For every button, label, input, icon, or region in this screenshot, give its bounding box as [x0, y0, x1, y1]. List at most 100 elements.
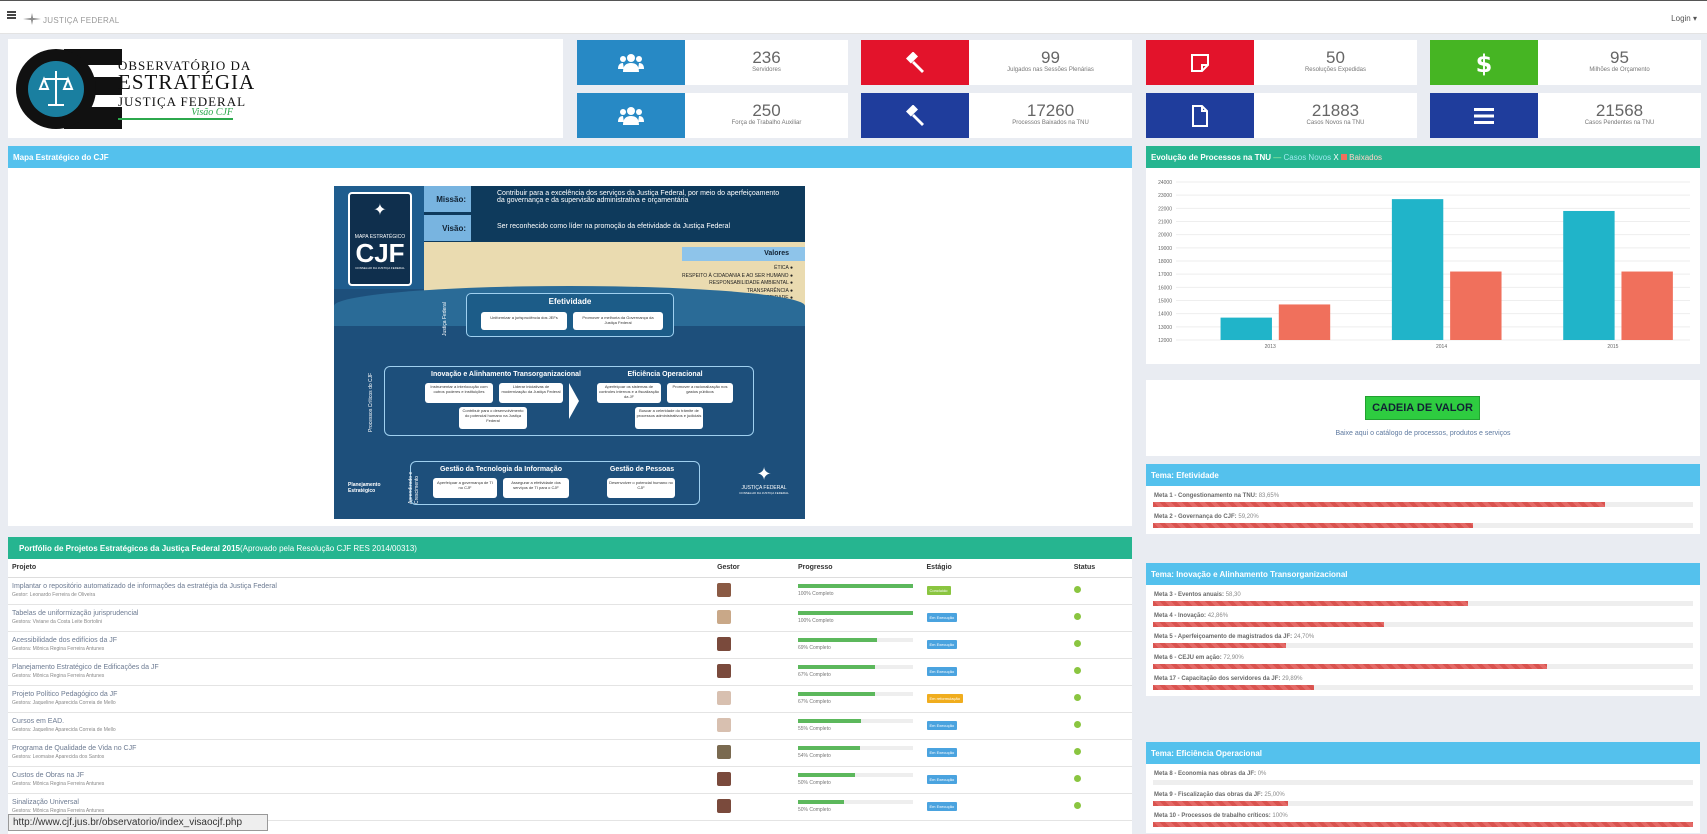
progress-cell: 50% Completo [793, 793, 923, 821]
x-tick-label: 2015 [1607, 344, 1618, 350]
map-badge-line3: CONSELHO DA JUSTIÇA FEDERAL [355, 266, 405, 270]
justica-federal-logo-icon [23, 13, 41, 25]
bar-baixados-2013[interactable] [1278, 304, 1331, 340]
meta-progress-bar [1153, 622, 1693, 627]
progress-text: 50% Completo [797, 780, 831, 786]
stage-badge: Em Execução [926, 667, 958, 676]
table-row[interactable]: Acessibilidade dos edifícios da JF Gestor… [8, 631, 1132, 659]
status-dot-icon [1073, 667, 1081, 674]
hamburger-menu-icon[interactable] [7, 11, 16, 19]
project-name-link[interactable]: Implantar o repositório automatizado de … [12, 583, 709, 590]
project-manager: Gestora: Viviane da Costa Leite Bortolin… [12, 619, 102, 625]
stat-number: 99 [1041, 48, 1060, 67]
stat-number: 50 [1326, 48, 1345, 67]
y-tick-label: 17000 [1158, 272, 1172, 278]
project-name-link[interactable]: Acessibilidade dos edifícios da JF [12, 637, 709, 644]
progress-bar [797, 719, 913, 723]
efetividade-goal-1: Uniformizar a jurisprudência dos JEFs [481, 312, 567, 330]
meta-label: Meta 2 - Governança do CJF: 59,20% [1154, 514, 1692, 520]
tema-panel: Tema: Inovação e Alinhamento Transorgani… [1146, 563, 1700, 696]
meta-progress-bar [1153, 780, 1693, 785]
meta-label: Meta 8 - Economia nas obras da JF: 0% [1154, 771, 1692, 777]
logo-line4: Visão CJF [118, 108, 233, 120]
status-cell [1069, 685, 1132, 713]
stat-card: 50 Resoluções Expedidas [1146, 40, 1417, 85]
bar-casos-novos-2015[interactable] [1563, 210, 1615, 340]
chart-legend-1: Casos Novos [1283, 153, 1332, 162]
project-name-link[interactable]: Planejamento Estratégico de Edificações … [12, 664, 709, 671]
gestor-cell [713, 712, 794, 740]
bar-baixados-2014[interactable] [1450, 271, 1502, 340]
gestor-cell [713, 577, 794, 605]
users-icon [577, 93, 685, 138]
table-row[interactable]: Planejamento Estratégico de Edificações … [8, 658, 1132, 686]
logo-line3: JUSTIÇA FEDERAL [118, 94, 247, 109]
stat-label: Casos Pendentes na TNU [1584, 120, 1655, 126]
meta-value: 58,30 [1225, 592, 1241, 598]
project-name-link[interactable]: Projeto Político Pedagógico da JF [12, 691, 709, 698]
cadeia-valor-link[interactable]: Baixe aqui o catálogo de processos, prod… [1146, 430, 1700, 437]
table-row[interactable]: Tabelas de uniformização jurisprudencial… [8, 604, 1132, 632]
oe-logo-icon [16, 49, 122, 129]
project-name-link[interactable]: Programa de Qualidade de Vida no CJF [12, 745, 709, 752]
table-row[interactable]: Custos de Obras na JF Gestora: Mônica Reg… [8, 766, 1132, 794]
project-manager: Gestora: Mônica Regina Ferreira Antunes [12, 673, 105, 679]
project-name-link[interactable]: Sinalização Universal [12, 799, 709, 806]
project-manager: Gestora: Jaqueline Aparecida Correia de … [12, 700, 116, 706]
valor-label: RESPEITO À CIDADANIA E AO SER HUMANO [681, 272, 789, 279]
tema-title: Tema: Eficiência Operacional [1146, 742, 1700, 764]
table-row[interactable]: Projeto Político Pedagógico da JF Gestora… [8, 685, 1132, 713]
cadeia-valor-button[interactable]: CADEIA DE VALOR [1365, 396, 1480, 420]
users-icon [577, 40, 685, 85]
bar-casos-novos-2013[interactable] [1220, 317, 1272, 340]
y-tick-label: 15000 [1158, 299, 1172, 305]
bar-casos-novos-2014[interactable] [1391, 199, 1444, 340]
gestor-cell [713, 739, 794, 767]
column-header[interactable]: Progresso [793, 559, 923, 578]
table-row[interactable]: Cursos em EAD. Gestora: Jaqueline Apareci… [8, 712, 1132, 740]
project-cell: Planejamento Estratégico de Edificações … [8, 658, 714, 686]
project-name-link[interactable]: Custos de Obras na JF [12, 772, 709, 779]
y-tick-label: 13000 [1158, 325, 1172, 331]
missao-label: Missão: [424, 186, 471, 212]
stat-card: 236 Servidores [577, 40, 848, 85]
stage-badge: Em Execução [926, 613, 958, 622]
gestao-pessoas-title: Gestão de Pessoas [609, 466, 675, 473]
column-header[interactable]: Estágio [922, 559, 1070, 578]
avatar [717, 717, 732, 732]
meta-progress-fill [1153, 622, 1385, 627]
missao-text: Contribuir para a excelência dos serviço… [497, 190, 780, 204]
login-dropdown[interactable]: Login ▾ [1671, 14, 1697, 23]
bar-baixados-2015[interactable] [1621, 271, 1673, 340]
top-navbar: JUSTIÇA FEDERAL Login ▾ [0, 0, 1707, 34]
stage-badge: Em Execução [926, 721, 958, 730]
cadeia-valor-panel: CADEIA DE VALOR Baixe aqui o catálogo de… [1146, 380, 1700, 456]
observatorio-logo-panel: OBSERVATÓRIO DA ESTRATÉGIA JUSTIÇA FEDER… [8, 39, 563, 138]
status-dot-icon [1073, 802, 1081, 809]
stat-card: 250 Força de Trabalho Auxiliar [577, 93, 848, 138]
progress-fill [797, 773, 856, 777]
column-header[interactable]: Gestor [713, 559, 794, 578]
y-tick-label: 23000 [1158, 193, 1172, 199]
progress-bar [797, 692, 913, 696]
column-header[interactable]: Projeto [8, 559, 714, 578]
map-badge-line2: CJF [355, 238, 405, 268]
progress-fill [797, 746, 861, 750]
project-name-link[interactable]: Cursos em EAD. [12, 718, 709, 725]
project-name-link[interactable]: Tabelas de uniformização jurisprudencial [12, 610, 709, 617]
stat-label: Servidores [752, 67, 781, 73]
svg-text:$: $ [1476, 50, 1493, 76]
meta-name: Meta 8 - Economia nas obras da JF: [1154, 771, 1257, 777]
status-dot-icon [1073, 640, 1081, 647]
table-row[interactable]: Implantar o repositório automatizado de … [8, 577, 1132, 605]
table-row[interactable]: Programa de Qualidade de Vida no CJF Gest… [8, 739, 1132, 767]
meta-name: Meta 5 - Aperfeiçoamento de magistrados … [1154, 634, 1293, 640]
meta-progress-fill [1153, 685, 1315, 690]
project-manager: Gestora: Jaqueline Aparecida Correia de … [12, 727, 116, 733]
meta-progress-bar [1153, 822, 1693, 827]
meta-value: 72,90% [1223, 655, 1244, 661]
project-manager: Gestor: Leonardo Ferreira de Oliveira [12, 592, 96, 598]
progress-bar [797, 800, 913, 804]
stat-card: $95 Milhões de Orçamento [1430, 40, 1701, 85]
column-header[interactable]: Status [1069, 559, 1132, 578]
